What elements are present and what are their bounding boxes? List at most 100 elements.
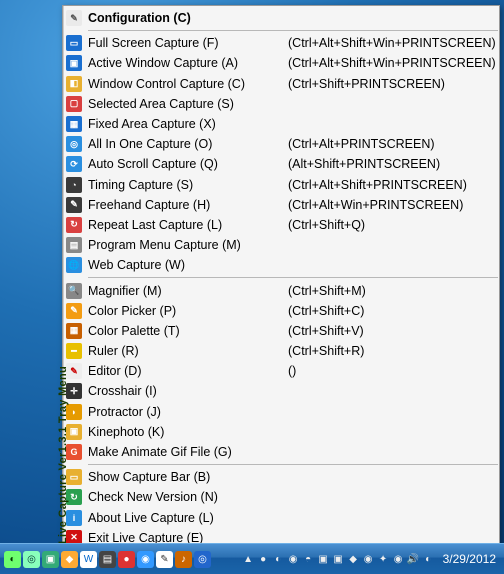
menu-item-show-bar[interactable]: ▭Show Capture Bar (B) <box>64 467 502 487</box>
menu-item-active-window[interactable]: ▣ Active Window Capture (A)(Ctrl+Alt+Shif… <box>64 53 502 73</box>
tray-icon[interactable]: ▣ <box>332 553 345 566</box>
tray-context-menu: Live Capture Ver1.3.1 Tray Menu ✎ Configu… <box>62 5 500 551</box>
menu-item-label: Ruler (R) <box>88 344 268 358</box>
taskbar-app-icon[interactable]: ▤ <box>99 551 116 568</box>
menu-item-label: Color Picker (P) <box>88 304 268 318</box>
menu-gutter: Live Capture Ver1.3.1 Tray Menu <box>63 6 64 550</box>
tray-icon[interactable]: ✦ <box>377 553 390 566</box>
taskbar-app-icon[interactable]: ◆ <box>61 551 78 568</box>
all-in-one-icon: ◎ <box>66 136 82 152</box>
menu-item-label: Editor (D) <box>88 364 268 378</box>
taskbar-app-icon[interactable]: ◎ <box>23 551 40 568</box>
menu-item-shortcut: (Ctrl+Shift+C) <box>268 304 496 318</box>
window-control-icon: ◧ <box>66 76 82 92</box>
tray-icon[interactable]: ◆ <box>347 553 360 566</box>
tray-icon[interactable]: ◉ <box>392 553 405 566</box>
menu-item-shortcut: (Ctrl+Alt+PRINTSCREEN) <box>268 137 496 151</box>
menu-item-color-picker[interactable]: ✎ Color Picker (P)(Ctrl+Shift+C) <box>64 301 502 321</box>
menu-item-window-control[interactable]: ◧ Window Control Capture (C)(Ctrl+Shift+P… <box>64 74 502 94</box>
menu-item-freehand[interactable]: ✎Freehand Capture (H)(Ctrl+Alt+Win+PRINT… <box>64 195 502 215</box>
menu-item-shortcut: (Ctrl+Shift+PRINTSCREEN) <box>268 77 496 91</box>
tray-icon[interactable]: 🔊 <box>407 553 420 566</box>
menu-item-label: Active Window Capture (A) <box>88 56 268 70</box>
taskbar-right: ▲●◐◉◓▣▣◆◉✦◉🔊◐ 3/29/2012 <box>242 552 504 566</box>
taskbar-app-icon[interactable]: ◎ <box>194 551 211 568</box>
taskbar-app-icon[interactable]: ◐ <box>4 551 21 568</box>
taskbar: ◐ ◎ ▣ ◆ W ▤ ● ◉ ✎ ♪ ◎ ▲●◐◉◓▣▣◆◉✦◉🔊◐ 3/29… <box>0 543 504 574</box>
menu-separator <box>88 277 498 278</box>
menu-item-label: Color Palette (T) <box>88 324 268 338</box>
fullscreen-icon: ▭ <box>66 35 82 51</box>
menu-item-label: Program Menu Capture (M) <box>88 238 268 252</box>
menu-item-program-menu[interactable]: ▤ Program Menu Capture (M) <box>64 235 502 255</box>
menu-item-shortcut: (Ctrl+Alt+Win+PRINTSCREEN) <box>268 198 496 212</box>
program-menu-icon: ▤ <box>66 237 82 253</box>
menu-item-label: Timing Capture (S) <box>88 178 268 192</box>
tray-icon[interactable]: ◐ <box>272 553 285 566</box>
menu-item-label: Magnifier (M) <box>88 284 268 298</box>
menu-item-label: Show Capture Bar (B) <box>88 470 268 484</box>
active-window-icon: ▣ <box>66 55 82 71</box>
menu-item-label: Repeat Last Capture (L) <box>88 218 268 232</box>
menu-item-fixed-area[interactable]: ▦ Fixed Area Capture (X) <box>64 114 502 134</box>
color-picker-icon: ✎ <box>66 303 82 319</box>
taskbar-app-icon[interactable]: ♪ <box>175 551 192 568</box>
menu-item-label: Kinephoto (K) <box>88 425 268 439</box>
menu-item-protractor[interactable]: ◗Protractor (J) <box>64 402 502 422</box>
tray-icon[interactable]: ◉ <box>362 553 375 566</box>
menu-item-label: Window Control Capture (C) <box>88 77 268 91</box>
menu-item-color-palette[interactable]: ▦Color Palette (T)(Ctrl+Shift+V) <box>64 321 502 341</box>
menu-separator <box>88 30 498 31</box>
system-tray[interactable]: ▲●◐◉◓▣▣◆◉✦◉🔊◐ <box>242 553 435 566</box>
taskbar-app-icon[interactable]: ✎ <box>156 551 173 568</box>
menu-item-shortcut: () <box>268 364 496 378</box>
menu-item-ruler[interactable]: ━ Ruler (R)(Ctrl+Shift+R) <box>64 341 502 361</box>
menu-item-shortcut: (Ctrl+Shift+R) <box>268 344 496 358</box>
ruler-icon: ━ <box>66 343 82 359</box>
menu-item-shortcut: (Alt+Shift+PRINTSCREEN) <box>268 157 496 171</box>
selected-area-icon: ▢ <box>66 96 82 112</box>
menu-item-check-version[interactable]: ↻Check New Version (N) <box>64 487 502 507</box>
menu-item-shortcut: (Ctrl+Shift+M) <box>268 284 496 298</box>
menu-item-all-in-one[interactable]: ◎All In One Capture (O)(Ctrl+Alt+PRINTSC… <box>64 134 502 154</box>
tray-icon[interactable]: ▲ <box>242 553 255 566</box>
menu-item-label: Configuration (C) <box>88 11 268 25</box>
taskbar-app-icon[interactable]: ◉ <box>137 551 154 568</box>
menu-item-crosshair[interactable]: ✛Crosshair (I) <box>64 381 502 401</box>
menu-item-label: Make Animate Gif File (G) <box>88 445 268 459</box>
menu-separator <box>88 464 498 465</box>
menu-item-label: Protractor (J) <box>88 405 268 419</box>
tray-icon[interactable]: ◐ <box>422 553 435 566</box>
menu-item-repeat[interactable]: ↻Repeat Last Capture (L)(Ctrl+Shift+Q) <box>64 215 502 235</box>
menu-item-fullscreen[interactable]: ▭Full Screen Capture (F)(Ctrl+Alt+Shift+… <box>64 33 502 53</box>
menu-item-selected-area[interactable]: ▢ Selected Area Capture (S) <box>64 94 502 114</box>
menu-item-kinephoto[interactable]: ▣Kinephoto (K) <box>64 422 502 442</box>
menu-item-shortcut: (Ctrl+Alt+Shift+Win+PRINTSCREEN) <box>268 56 496 70</box>
taskbar-app-icon[interactable]: W <box>80 551 97 568</box>
tray-icon[interactable]: ◉ <box>287 553 300 566</box>
menu-item-editor[interactable]: ✎Editor (D)() <box>64 361 502 381</box>
color-palette-icon: ▦ <box>66 323 82 339</box>
menu-item-label: Check New Version (N) <box>88 490 268 504</box>
menu-item-auto-scroll[interactable]: ⟳Auto Scroll Capture (Q)(Alt+Shift+PRINT… <box>64 154 502 174</box>
menu-item-about[interactable]: iAbout Live Capture (L) <box>64 508 502 528</box>
auto-scroll-icon: ⟳ <box>66 156 82 172</box>
taskbar-app-icon[interactable]: ● <box>118 551 135 568</box>
menu-item-label: Fixed Area Capture (X) <box>88 117 268 131</box>
menu-item-magnifier[interactable]: 🔍Magnifier (M)(Ctrl+Shift+M) <box>64 280 502 300</box>
menu-item-web[interactable]: 🌐Web Capture (W) <box>64 255 502 275</box>
tray-icon[interactable]: ▣ <box>317 553 330 566</box>
menu-item-config[interactable]: ✎ Configuration (C) <box>64 8 502 28</box>
menu-item-label: Selected Area Capture (S) <box>88 97 268 111</box>
menu-item-timing[interactable]: ◔Timing Capture (S)(Ctrl+Alt+Shift+PRINT… <box>64 175 502 195</box>
tray-icon[interactable]: ◓ <box>302 553 315 566</box>
config-icon: ✎ <box>66 10 82 26</box>
tray-icon[interactable]: ● <box>257 553 270 566</box>
fixed-area-icon: ▦ <box>66 116 82 132</box>
menu-gutter-title: Live Capture Ver1.3.1 Tray Menu <box>57 366 69 544</box>
menu-item-animate-gif[interactable]: GMake Animate Gif File (G) <box>64 442 502 462</box>
taskbar-apps: ◐ ◎ ▣ ◆ W ▤ ● ◉ ✎ ♪ ◎ <box>0 551 211 568</box>
taskbar-clock[interactable]: 3/29/2012 <box>443 552 496 566</box>
taskbar-app-icon[interactable]: ▣ <box>42 551 59 568</box>
menu-item-label: Full Screen Capture (F) <box>88 36 268 50</box>
